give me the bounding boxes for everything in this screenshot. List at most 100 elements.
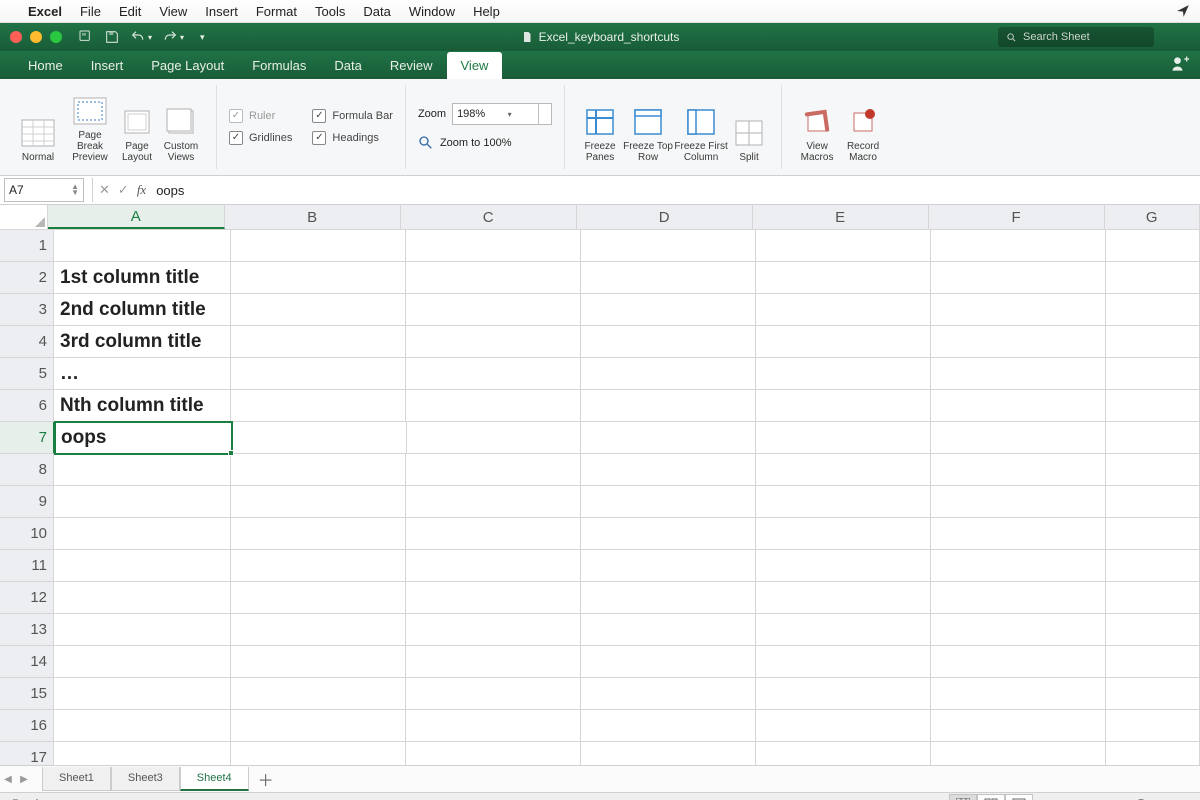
- cell-C10[interactable]: [406, 518, 581, 550]
- tab-data[interactable]: Data: [320, 52, 375, 79]
- cell-E16[interactable]: [756, 710, 931, 742]
- formula-bar-checkbox[interactable]: ✓Formula Bar: [312, 109, 393, 123]
- cell-A8[interactable]: [54, 454, 231, 486]
- cell-E11[interactable]: [756, 550, 931, 582]
- cell-B6[interactable]: [231, 390, 406, 422]
- sheet-nav-next-icon[interactable]: ▶: [16, 771, 32, 787]
- tab-review[interactable]: Review: [376, 52, 447, 79]
- freeze-top-row-button[interactable]: Freeze Top Row: [623, 91, 673, 163]
- sheet-tab-sheet1[interactable]: Sheet1: [42, 767, 111, 791]
- cell-A14[interactable]: [54, 646, 231, 678]
- cell-F3[interactable]: [931, 294, 1106, 326]
- row-header-8[interactable]: 8: [0, 454, 54, 486]
- cell-F9[interactable]: [931, 486, 1106, 518]
- cell-A12[interactable]: [54, 582, 231, 614]
- cell-G8[interactable]: [1106, 454, 1200, 486]
- cell-C1[interactable]: [406, 230, 581, 262]
- cell-D5[interactable]: [581, 358, 756, 390]
- row-header-17[interactable]: 17: [0, 742, 54, 765]
- cell-G10[interactable]: [1106, 518, 1200, 550]
- row-header-16[interactable]: 16: [0, 710, 54, 742]
- page-layout-button[interactable]: Page Layout: [116, 91, 158, 163]
- cell-D12[interactable]: [581, 582, 756, 614]
- column-header-G[interactable]: G: [1105, 205, 1200, 229]
- cell-B10[interactable]: [231, 518, 406, 550]
- cell-E8[interactable]: [756, 454, 931, 486]
- view-macros-button[interactable]: View Macros: [794, 91, 840, 163]
- cell-C7[interactable]: [407, 422, 582, 454]
- select-all-corner[interactable]: [0, 205, 48, 229]
- app-menu-edit[interactable]: Edit: [119, 4, 141, 19]
- cell-G9[interactable]: [1106, 486, 1200, 518]
- cell-C14[interactable]: [406, 646, 581, 678]
- row-header-9[interactable]: 9: [0, 486, 54, 518]
- cell-F5[interactable]: [931, 358, 1106, 390]
- cell-E10[interactable]: [756, 518, 931, 550]
- cell-A13[interactable]: [54, 614, 231, 646]
- cell-D13[interactable]: [581, 614, 756, 646]
- row-header-2[interactable]: 2: [0, 262, 54, 294]
- tab-page-layout[interactable]: Page Layout: [137, 52, 238, 79]
- tab-home[interactable]: Home: [14, 52, 77, 79]
- cell-B7[interactable]: [232, 422, 407, 454]
- cell-G17[interactable]: [1106, 742, 1200, 765]
- split-button[interactable]: Split: [729, 91, 769, 163]
- cell-B16[interactable]: [231, 710, 406, 742]
- cell-G6[interactable]: [1106, 390, 1200, 422]
- app-menu-excel[interactable]: Excel: [28, 4, 62, 19]
- cell-A5[interactable]: …: [54, 358, 231, 390]
- cell-F10[interactable]: [931, 518, 1106, 550]
- cell-G11[interactable]: [1106, 550, 1200, 582]
- cell-E5[interactable]: [756, 358, 931, 390]
- app-menu-format[interactable]: Format: [256, 4, 297, 19]
- cell-E17[interactable]: [756, 742, 931, 765]
- cell-D7[interactable]: [581, 422, 756, 454]
- cell-F17[interactable]: [931, 742, 1106, 765]
- headings-checkbox[interactable]: ✓Headings: [312, 131, 393, 145]
- gridlines-checkbox[interactable]: ✓Gridlines: [229, 131, 292, 145]
- cell-C5[interactable]: [406, 358, 581, 390]
- share-icon[interactable]: [1170, 54, 1190, 74]
- cell-C3[interactable]: [406, 294, 581, 326]
- cell-E12[interactable]: [756, 582, 931, 614]
- qat-undo-dropdown-icon[interactable]: ▾: [148, 33, 152, 42]
- cell-B8[interactable]: [231, 454, 406, 486]
- cell-C8[interactable]: [406, 454, 581, 486]
- cell-G13[interactable]: [1106, 614, 1200, 646]
- cell-B13[interactable]: [231, 614, 406, 646]
- cell-E13[interactable]: [756, 614, 931, 646]
- cell-G12[interactable]: [1106, 582, 1200, 614]
- cell-D4[interactable]: [581, 326, 756, 358]
- cell-A2[interactable]: 1st column title: [54, 262, 231, 294]
- tab-view[interactable]: View: [447, 52, 503, 79]
- cell-D8[interactable]: [581, 454, 756, 486]
- cell-B5[interactable]: [231, 358, 406, 390]
- app-menu-help[interactable]: Help: [473, 4, 500, 19]
- cell-G2[interactable]: [1106, 262, 1200, 294]
- cell-F12[interactable]: [931, 582, 1106, 614]
- cell-F6[interactable]: [931, 390, 1106, 422]
- cell-B12[interactable]: [231, 582, 406, 614]
- cell-B17[interactable]: [231, 742, 406, 765]
- cell-D11[interactable]: [581, 550, 756, 582]
- cell-B1[interactable]: [231, 230, 406, 262]
- window-maximize-button[interactable]: [50, 31, 62, 43]
- cell-C12[interactable]: [406, 582, 581, 614]
- row-header-7[interactable]: 7: [0, 422, 55, 454]
- qat-save-icon[interactable]: [104, 29, 120, 45]
- cell-E15[interactable]: [756, 678, 931, 710]
- column-header-A[interactable]: A: [48, 205, 225, 229]
- cell-F13[interactable]: [931, 614, 1106, 646]
- cell-D3[interactable]: [581, 294, 756, 326]
- freeze-panes-button[interactable]: Freeze Panes: [577, 91, 623, 163]
- cell-C6[interactable]: [406, 390, 581, 422]
- record-macro-button[interactable]: Record Macro: [840, 91, 886, 163]
- qat-save-dropdown-icon[interactable]: [78, 29, 94, 45]
- cell-D17[interactable]: [581, 742, 756, 765]
- zoom-100-button[interactable]: Zoom to 100%: [418, 135, 552, 151]
- qat-more-dropdown-icon[interactable]: ▾: [200, 32, 205, 43]
- row-header-3[interactable]: 3: [0, 294, 54, 326]
- zoom-dropdown[interactable]: 198%▾: [452, 103, 552, 125]
- cell-A17[interactable]: [54, 742, 231, 765]
- app-menu-file[interactable]: File: [80, 4, 101, 19]
